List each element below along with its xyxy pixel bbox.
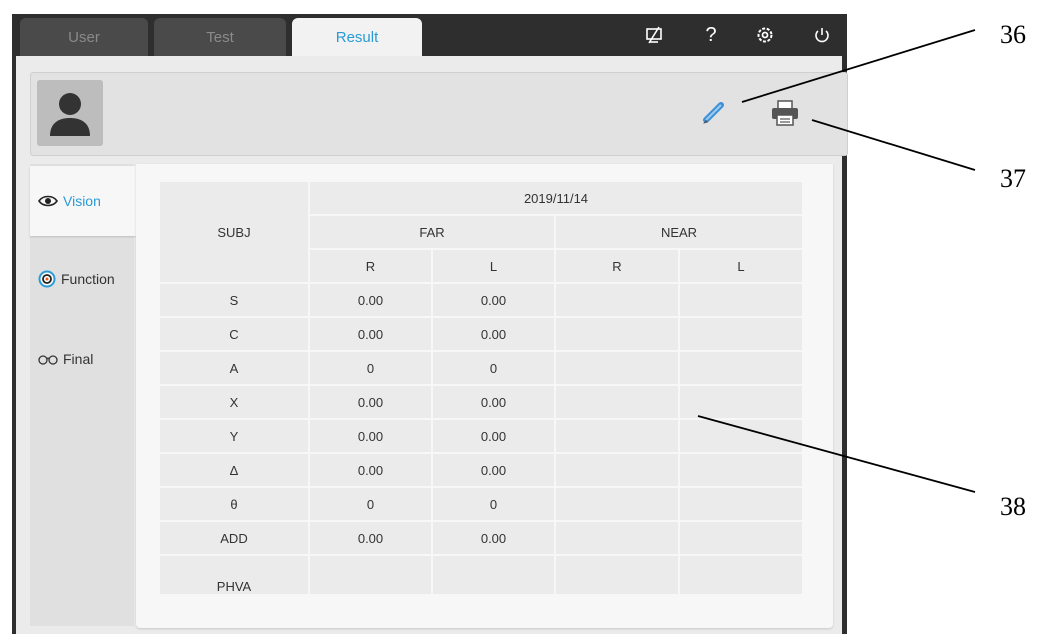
callout-line-38 <box>697 415 976 493</box>
callout-line-36 <box>741 29 976 103</box>
callout-line-37 <box>811 119 976 171</box>
annotation-38: 38 <box>1000 492 1026 521</box>
annotation-37: 37 <box>1000 164 1026 193</box>
annotation-36: 36 <box>1000 20 1026 49</box>
callout-lines <box>697 29 976 493</box>
